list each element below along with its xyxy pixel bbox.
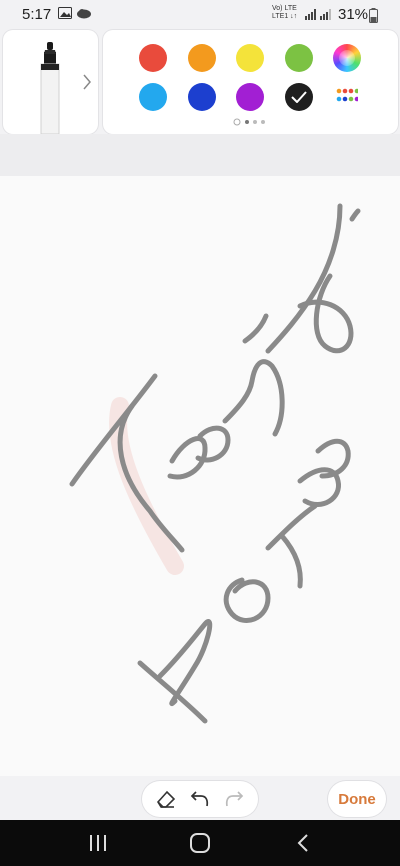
cloud-sync-icon [77,9,91,19]
chevron-right-icon[interactable] [82,74,92,90]
network-type: Vo) LTE LTE1 ↓↑ [272,5,298,20]
recents-icon[interactable] [86,832,110,854]
status-time: 5:17 [22,6,52,23]
color-swatch-red[interactable] [139,44,167,72]
edit-tools-pill [142,781,258,817]
marker-pen-icon[interactable] [39,42,61,134]
status-bar: 5:17 Vo) LTE LTE1 ↓↑ 31% [0,0,400,30]
color-swatch-blue[interactable] [188,83,216,111]
eraser-icon[interactable] [154,787,178,811]
pen-selector-panel[interactable] [3,30,98,134]
undo-icon[interactable] [188,787,212,811]
color-swatch-orange[interactable] [188,44,216,72]
back-icon[interactable] [292,832,316,854]
color-swatch-green[interactable] [285,44,313,72]
home-icon[interactable] [188,832,212,854]
color-swatch-yellow[interactable] [236,44,264,72]
system-nav-bar [0,820,400,866]
custom-color-wheel-icon[interactable] [333,44,361,72]
color-swatch-purple[interactable] [236,83,264,111]
battery-icon [369,8,378,23]
signal-bars-2-icon [320,9,331,20]
checkmark-icon [291,91,307,103]
redo-icon[interactable] [222,787,246,811]
color-swatch-black-selected[interactable] [285,83,313,111]
palette-grid-icon[interactable] [336,88,358,104]
drawing-canvas[interactable] [0,176,400,776]
signal-bars-icon [305,9,316,20]
handwriting-strokes [69,203,361,724]
done-button[interactable]: Done [328,781,386,817]
palette-page-indicator [233,118,265,126]
battery-percent: 31% [338,6,369,23]
color-swatch-light-blue[interactable] [139,83,167,111]
color-palette-panel [103,30,398,134]
gallery-icon [58,7,72,19]
toolbar-divider [0,134,400,176]
